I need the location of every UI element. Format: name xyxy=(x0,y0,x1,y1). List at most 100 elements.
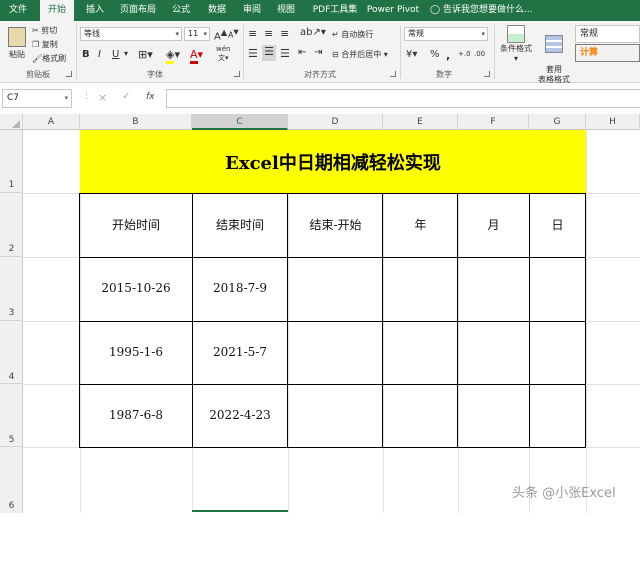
align-left-icon: ☰ xyxy=(248,47,258,60)
italic-button[interactable]: I xyxy=(98,49,101,60)
tab-insert[interactable]: 插入 xyxy=(78,0,112,21)
align-middle-icon: ≡ xyxy=(264,27,274,40)
cell-style-normal[interactable]: 常规 xyxy=(575,25,640,43)
format-painter-button[interactable]: 🖌格式刷 xyxy=(32,53,66,64)
orientation-button[interactable]: ab↗▾ xyxy=(300,27,326,38)
tab-power-pivot[interactable]: Power Pivot xyxy=(366,0,420,21)
select-all-corner[interactable] xyxy=(0,114,23,130)
row-header-3[interactable]: 3 xyxy=(0,257,23,321)
underline-button[interactable]: U xyxy=(112,49,119,60)
header-cell-month[interactable]: 月 xyxy=(458,216,529,233)
tab-file[interactable]: 文件 xyxy=(0,0,36,21)
merge-center-button[interactable]: ⊟ 合并后居中 ▾ xyxy=(332,49,388,60)
formula-bar: C7 ▾ ⋮ × ✓ fx xyxy=(0,87,640,111)
header-cell-year[interactable]: 年 xyxy=(383,216,458,233)
alignment-launcher[interactable] xyxy=(390,71,396,77)
cancel-icon[interactable]: × xyxy=(98,91,107,104)
font-launcher[interactable] xyxy=(234,71,240,77)
data-cell[interactable]: 2018-7-9 xyxy=(192,281,288,295)
grow-font-button[interactable]: A▲ xyxy=(214,27,227,42)
data-cell[interactable]: 1987-6-8 xyxy=(80,408,192,422)
column-header-e[interactable]: E xyxy=(383,114,458,130)
decrease-decimal-button[interactable]: .00 xyxy=(474,50,485,58)
copy-button[interactable]: ❐ 复制 xyxy=(32,39,58,50)
row-header-6[interactable]: 6 xyxy=(0,447,23,513)
align-bottom-button[interactable]: ≡ xyxy=(280,27,289,40)
align-center-button[interactable]: ☰ xyxy=(262,45,276,61)
chevron-down-icon: ▾ xyxy=(203,30,207,38)
cut-button[interactable]: ✂ 剪切 xyxy=(32,25,57,36)
header-cell-end-time[interactable]: 结束时间 xyxy=(192,216,288,233)
header-cell-difference[interactable]: 结束-开始 xyxy=(288,216,383,233)
bold-button[interactable]: B xyxy=(82,49,90,60)
row-header-5[interactable]: 5 xyxy=(0,384,23,447)
tab-view[interactable]: 视图 xyxy=(270,0,302,21)
clipboard-launcher[interactable] xyxy=(66,71,72,77)
underline-dropdown[interactable]: ▾ xyxy=(124,49,128,58)
column-header-d[interactable]: D xyxy=(288,114,383,130)
header-cell-start-time[interactable]: 开始时间 xyxy=(80,216,192,233)
decrease-indent-button[interactable]: ⇤ xyxy=(298,47,306,58)
name-box[interactable]: C7 ▾ xyxy=(2,89,72,108)
font-name-select[interactable]: 等线 ▾ xyxy=(80,27,182,41)
column-header-f[interactable]: F xyxy=(458,114,529,130)
fill-color-button[interactable]: ◈▾ xyxy=(166,48,180,64)
watermark-text: 头条 @小张Excel xyxy=(512,486,616,501)
clipboard-group-label: 剪贴板 xyxy=(26,70,50,79)
cell-style-calculation[interactable]: 计算 xyxy=(575,44,640,62)
data-cell[interactable]: 2022-4-23 xyxy=(192,408,288,422)
column-header-c[interactable]: C xyxy=(192,114,288,130)
column-header-h[interactable]: H xyxy=(586,114,640,130)
column-header-b[interactable]: B xyxy=(80,114,192,130)
align-middle-button[interactable]: ≡ xyxy=(264,27,273,40)
align-right-icon: ☰ xyxy=(280,47,290,60)
format-as-table-button[interactable]: 套用 表格格式 xyxy=(536,25,572,95)
font-size-select[interactable]: 11 ▾ xyxy=(184,27,210,41)
sheet-title-cell[interactable]: Excel中日期相减轻松实现 xyxy=(80,130,586,193)
increase-decimal-button[interactable]: +.0 xyxy=(458,50,471,58)
tab-page-layout[interactable]: 页面布局 xyxy=(114,0,162,21)
font-color-button[interactable]: A▾ xyxy=(190,48,203,64)
row-header-1[interactable]: 1 xyxy=(0,130,23,193)
conditional-formatting-button[interactable]: 条件格式 ▾ xyxy=(498,25,534,63)
lightbulb-icon: ◯ xyxy=(430,5,441,15)
align-top-button[interactable]: ≡ xyxy=(248,27,257,40)
percent-button[interactable]: % xyxy=(430,49,440,60)
currency-button[interactable]: ¥▾ xyxy=(406,49,417,60)
comma-style-button[interactable]: , xyxy=(446,49,450,62)
tab-formulas[interactable]: 公式 xyxy=(164,0,198,21)
enter-icon[interactable]: ✓ xyxy=(122,91,130,102)
number-format-select[interactable]: 常规 ▾ xyxy=(404,27,488,41)
column-header-g[interactable]: G xyxy=(529,114,586,130)
tab-review[interactable]: 审阅 xyxy=(236,0,268,21)
column-header-a[interactable]: A xyxy=(23,114,80,130)
font-color-icon: A xyxy=(190,48,198,64)
borders-button[interactable]: ⊞▾ xyxy=(138,48,153,61)
increase-indent-button[interactable]: ⇥ xyxy=(314,47,322,58)
wrap-text-button[interactable]: ↵ 自动换行 xyxy=(332,29,373,40)
shrink-font-button[interactable]: A▼ xyxy=(228,28,239,40)
orientation-icon: ab↗ xyxy=(300,27,321,38)
separator xyxy=(494,25,495,79)
tab-home[interactable]: 开始 xyxy=(40,0,74,21)
paintbrush-icon: 🖌 xyxy=(32,54,43,63)
row-header-bar: 1 2 3 4 5 6 xyxy=(0,130,23,513)
align-left-button[interactable]: ☰ xyxy=(248,47,258,60)
number-launcher[interactable] xyxy=(484,71,490,77)
phonetic-button[interactable]: wén 文▾ xyxy=(216,45,230,63)
insert-function-icon[interactable]: fx xyxy=(146,92,155,102)
table-border xyxy=(80,384,586,385)
align-right-button[interactable]: ☰ xyxy=(280,47,290,60)
row-header-4[interactable]: 4 xyxy=(0,321,23,384)
tab-pdf-tools[interactable]: PDF工具集 xyxy=(306,0,364,21)
row-header-2[interactable]: 2 xyxy=(0,193,23,257)
paste-button[interactable]: 粘贴 xyxy=(6,27,28,60)
data-cell[interactable]: 2021-5-7 xyxy=(192,345,288,359)
clipboard-icon xyxy=(8,27,26,47)
tab-data[interactable]: 数据 xyxy=(200,0,234,21)
header-cell-day[interactable]: 日 xyxy=(529,216,586,233)
tell-me-search[interactable]: ◯ 告诉我您想要做什么... xyxy=(430,0,536,21)
data-cell[interactable]: 1995-1-6 xyxy=(80,345,192,359)
data-cell[interactable]: 2015-10-26 xyxy=(80,281,192,295)
formula-input[interactable] xyxy=(166,89,640,108)
